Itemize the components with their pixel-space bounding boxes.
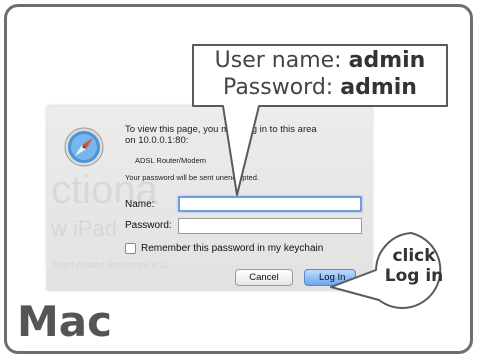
username-hint: User name: admin — [191, 48, 449, 74]
username-hint-label: User name: — [214, 48, 349, 73]
username-hint-value: admin — [348, 48, 426, 73]
password-hint-label: Password: — [223, 75, 341, 100]
click-hint: click Log in — [373, 246, 455, 286]
password-hint-value: admin — [340, 75, 417, 100]
platform-label: Mac — [17, 297, 113, 346]
click-hint-line1: click — [392, 246, 436, 266]
illustration-frame: ctiona w iPad Right-related Reference 8/… — [4, 4, 473, 354]
click-hint-line2: Log in — [384, 266, 444, 286]
password-hint: Password: admin — [191, 75, 449, 101]
